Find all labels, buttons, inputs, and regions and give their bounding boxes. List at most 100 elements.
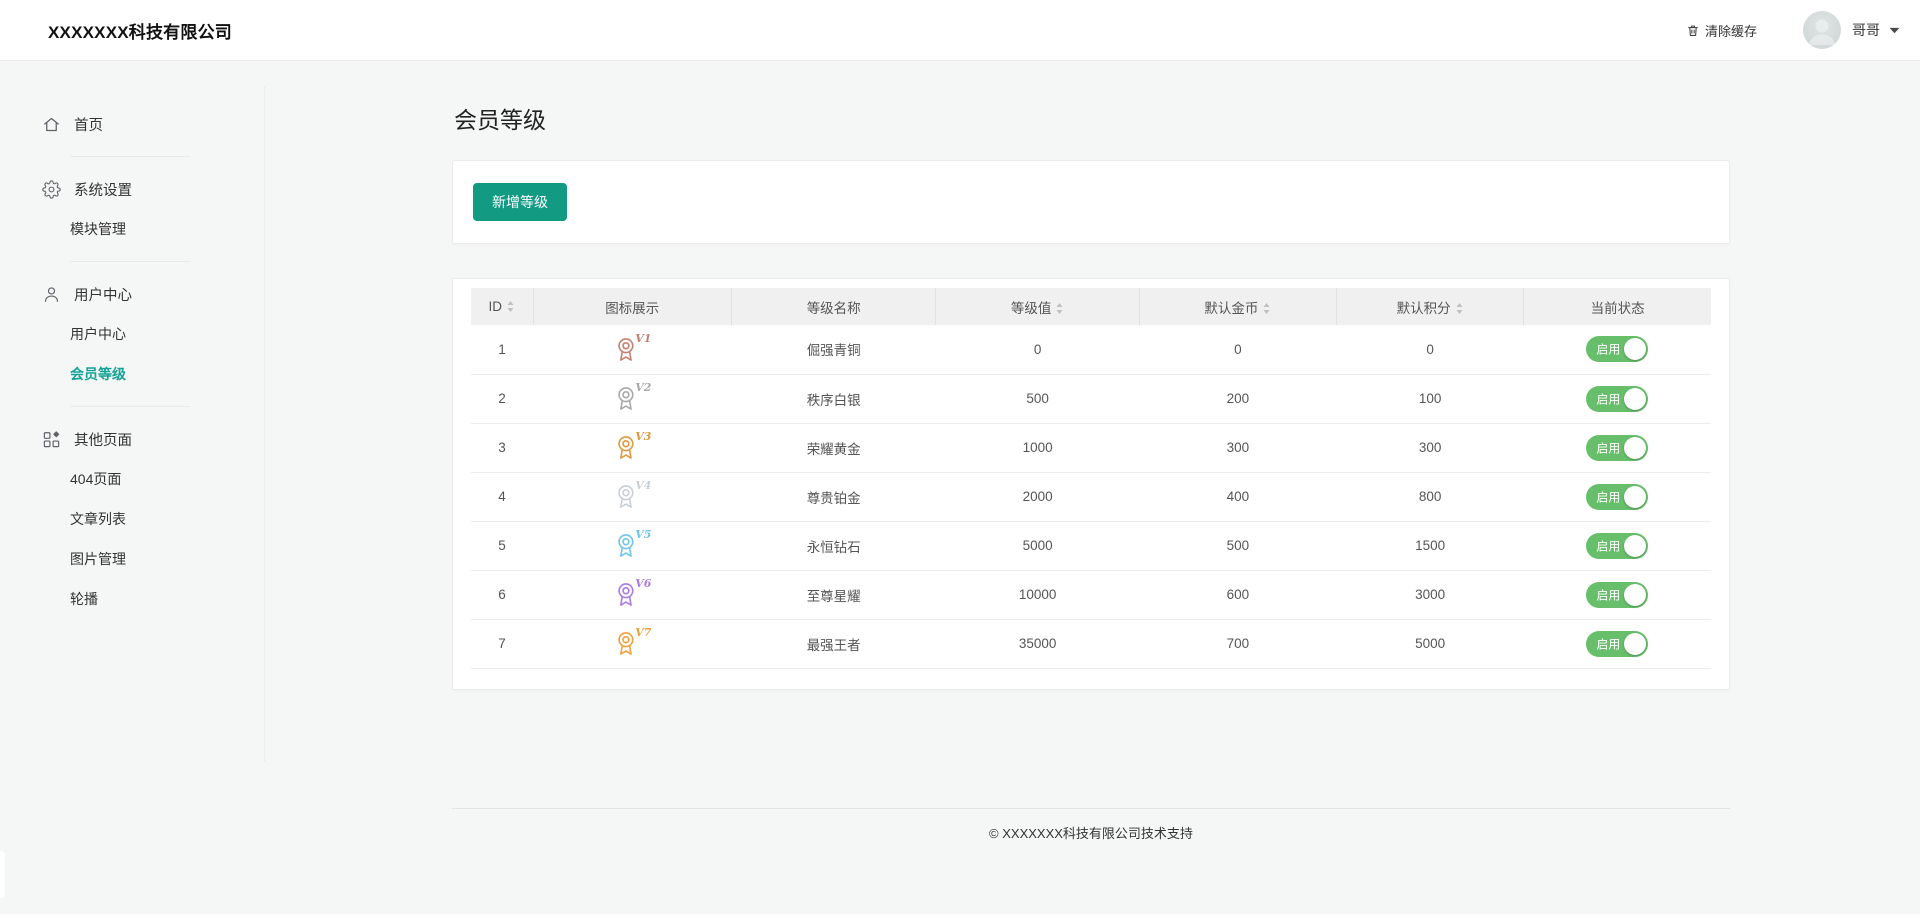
scrollbar-thumb[interactable] — [0, 851, 5, 898]
sidebar-item-module-management[interactable]: 模块管理 — [0, 209, 265, 249]
cell-status: 启用 — [1524, 374, 1711, 423]
medal-level-label: V3 — [635, 430, 651, 443]
medal-icon: V1 — [612, 334, 652, 362]
status-toggle[interactable]: 启用 — [1586, 582, 1648, 608]
cell-icon: V4 — [533, 472, 731, 521]
brand-logo[interactable]: XXXXXXX科技有限公司 — [48, 18, 232, 43]
sidebar-item-user-center-sub[interactable]: 用户中心 — [0, 314, 265, 354]
toggle-knob — [1624, 338, 1646, 360]
toggle-knob — [1624, 535, 1646, 557]
sidebar-item-article-list[interactable]: 文章列表 — [0, 499, 265, 539]
toggle-knob — [1624, 584, 1646, 606]
cell-id: 6 — [471, 570, 533, 619]
gear-icon — [42, 180, 61, 199]
sidebar-item-other-pages[interactable]: 其他页面 — [0, 419, 265, 459]
sort-icon — [506, 300, 515, 313]
sort-icon — [1455, 302, 1464, 315]
sidebar-item-member-level[interactable]: 会员等级 — [0, 354, 265, 394]
toggle-label: 启用 — [1596, 635, 1620, 652]
table-row: 7 V7 最强王者 35000 700 5000 启用 — [471, 619, 1711, 668]
status-toggle[interactable]: 启用 — [1586, 533, 1648, 559]
cell-level-name: 倔强青铜 — [731, 325, 936, 374]
sidebar-item-label: 系统设置 — [74, 179, 132, 200]
clear-cache-button[interactable]: 清除缓存 — [1686, 21, 1757, 40]
cell-default-gold: 400 — [1139, 472, 1336, 521]
avatar — [1803, 11, 1841, 49]
status-toggle[interactable]: 启用 — [1586, 386, 1648, 412]
medal-level-label: V2 — [635, 381, 651, 394]
cell-status: 启用 — [1524, 423, 1711, 472]
sidebar-item-user-center[interactable]: 用户中心 — [0, 274, 265, 314]
sidebar-item-label: 用户中心 — [70, 326, 126, 342]
user-icon — [42, 285, 61, 304]
cell-icon: V6 — [533, 570, 731, 619]
member-level-table: ID 图标展示 等级名称 等级值 默认金币 默认积分 当前状态 1 V1 倔强青… — [471, 288, 1711, 669]
page-title: 会员等级 — [454, 101, 1730, 135]
status-toggle[interactable]: 启用 — [1586, 336, 1648, 362]
cell-default-gold: 300 — [1139, 423, 1336, 472]
toggle-knob — [1624, 437, 1646, 459]
sidebar-item-404-page[interactable]: 404页面 — [0, 459, 265, 499]
column-header-default-points[interactable]: 默认积分 — [1337, 288, 1524, 325]
cell-level-value: 0 — [936, 325, 1139, 374]
cell-default-gold: 600 — [1139, 570, 1336, 619]
cell-level-value: 2000 — [936, 472, 1139, 521]
status-toggle[interactable]: 启用 — [1586, 631, 1648, 657]
toggle-label: 启用 — [1596, 439, 1620, 456]
cell-default-points: 5000 — [1337, 619, 1524, 668]
user-menu[interactable]: 哥哥 — [1803, 11, 1900, 49]
sidebar-item-label: 图片管理 — [70, 551, 126, 567]
sidebar-item-label: 会员等级 — [70, 366, 126, 382]
caret-down-icon — [1889, 27, 1900, 34]
column-header-id[interactable]: ID — [471, 288, 533, 325]
cell-default-gold: 0 — [1139, 325, 1336, 374]
sidebar-item-carousel[interactable]: 轮播 — [0, 579, 265, 619]
sidebar-item-label: 404页面 — [70, 471, 121, 487]
cell-level-value: 1000 — [936, 423, 1139, 472]
toggle-knob — [1624, 388, 1646, 410]
toggle-knob — [1624, 633, 1646, 655]
medal-level-label: V6 — [635, 577, 651, 590]
toggle-label: 启用 — [1596, 341, 1620, 358]
cell-icon: V7 — [533, 619, 731, 668]
cell-status: 启用 — [1524, 570, 1711, 619]
sidebar-item-label: 文章列表 — [70, 511, 126, 527]
status-toggle[interactable]: 启用 — [1586, 435, 1648, 461]
cell-level-name: 荣耀黄金 — [731, 423, 936, 472]
sidebar-item-system-settings[interactable]: 系统设置 — [0, 169, 265, 209]
main-content: 会员等级 新增等级 ID 图标展示 等级名称 等级值 默认金币 默认积分 当前状… — [265, 61, 1920, 914]
sidebar-item-home[interactable]: 首页 — [0, 104, 265, 144]
table-card: ID 图标展示 等级名称 等级值 默认金币 默认积分 当前状态 1 V1 倔强青… — [452, 278, 1730, 690]
cell-id: 7 — [471, 619, 533, 668]
column-header-label: 等级名称 — [807, 301, 861, 316]
cell-default-gold: 700 — [1139, 619, 1336, 668]
cell-default-points: 0 — [1337, 325, 1524, 374]
sidebar: 首页 系统设置 模块管理 用户中心 用户中心 会员等级 其他页面 404页面 文… — [0, 61, 265, 914]
add-level-button[interactable]: 新增等级 — [473, 183, 567, 221]
cell-id: 1 — [471, 325, 533, 374]
cell-icon: V5 — [533, 521, 731, 570]
toolbar-card: 新增等级 — [452, 160, 1730, 244]
toggle-label: 启用 — [1596, 586, 1620, 603]
navbar-right: 清除缓存 哥哥 — [1686, 11, 1900, 49]
username: 哥哥 — [1852, 20, 1880, 40]
sidebar-item-label: 其他页面 — [74, 429, 132, 450]
cell-level-name: 永恒钻石 — [731, 521, 936, 570]
column-header-level-value[interactable]: 等级值 — [936, 288, 1139, 325]
top-navbar: XXXXXXX科技有限公司 清除缓存 哥哥 — [0, 0, 1920, 61]
sort-icon — [1055, 302, 1064, 315]
sidebar-item-image-management[interactable]: 图片管理 — [0, 539, 265, 579]
cell-default-points: 1500 — [1337, 521, 1524, 570]
medal-level-label: V5 — [635, 528, 651, 541]
cell-status: 启用 — [1524, 521, 1711, 570]
cell-level-value: 35000 — [936, 619, 1139, 668]
cell-level-name: 最强王者 — [731, 619, 936, 668]
medal-level-label: V7 — [635, 626, 651, 639]
cell-level-name: 尊贵铂金 — [731, 472, 936, 521]
sidebar-divider — [70, 261, 190, 262]
status-toggle[interactable]: 启用 — [1586, 484, 1648, 510]
column-header-default-gold[interactable]: 默认金币 — [1139, 288, 1336, 325]
sidebar-divider — [70, 406, 190, 407]
table-body: 1 V1 倔强青铜 0 0 0 启用 2 — [471, 325, 1711, 668]
table-row: 1 V1 倔强青铜 0 0 0 启用 — [471, 325, 1711, 374]
